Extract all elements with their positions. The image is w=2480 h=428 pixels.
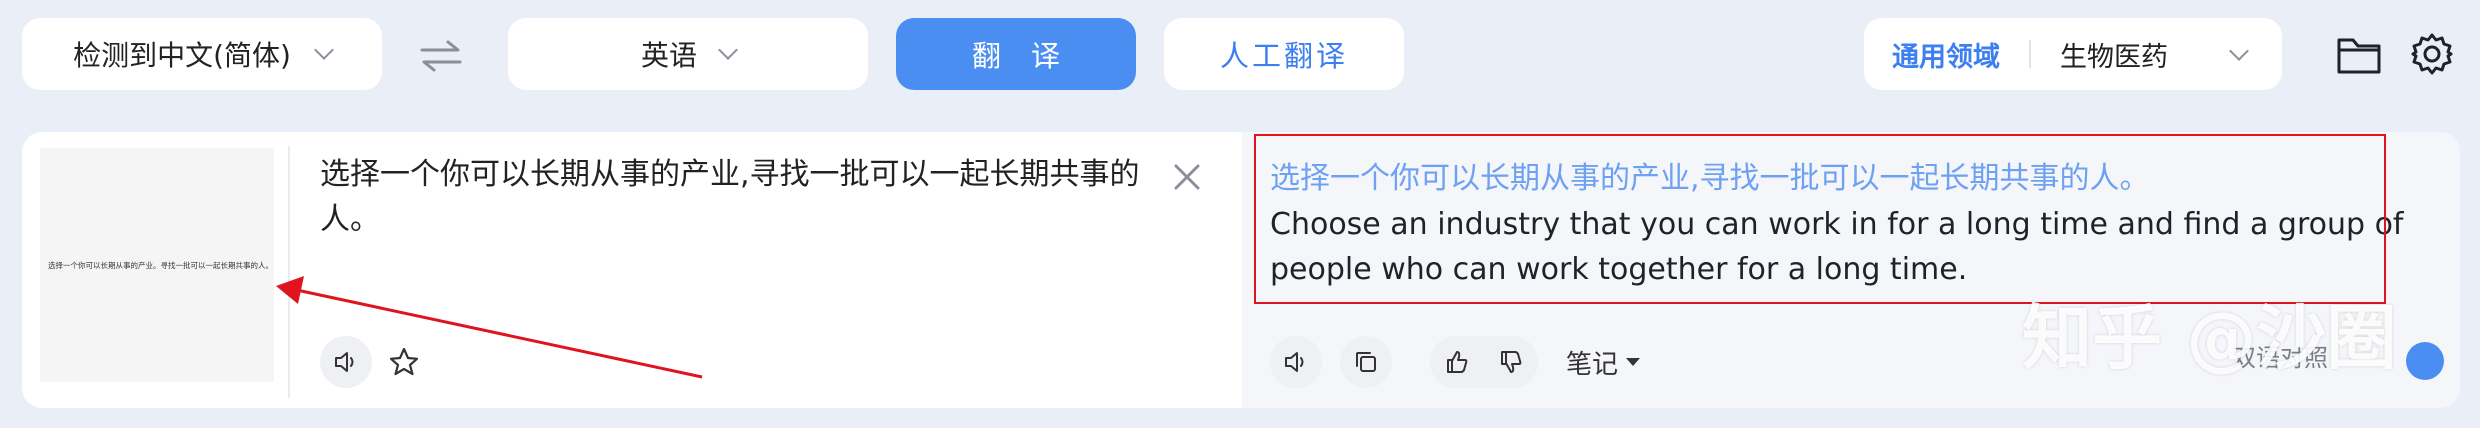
target-language-label: 英语	[640, 39, 697, 72]
source-panel: 选择一个你可以长期从事的产业。寻找一批可以一起长期共事的人。 选择一个你可以长期…	[22, 132, 1242, 408]
translate-button-label: 翻译	[971, 39, 1090, 73]
thumbnail-text: 选择一个你可以长期从事的产业。寻找一批可以一起长期共事的人。	[48, 261, 273, 270]
target-language-select[interactable]: 英语	[508, 18, 868, 90]
gear-icon[interactable]	[2410, 32, 2454, 76]
star-icon[interactable]	[388, 346, 420, 378]
thumbs-up-icon[interactable]	[1444, 349, 1470, 375]
speaker-icon	[335, 352, 354, 372]
human-translate-button[interactable]: 人工翻译	[1164, 18, 1404, 90]
chevron-down-icon	[718, 40, 738, 60]
swap-languages-icon[interactable]	[418, 36, 464, 76]
speaker-icon	[1285, 352, 1304, 372]
notes-dropdown[interactable]: 笔记	[1566, 342, 1641, 382]
domain-general-option[interactable]: 通用领域	[1892, 35, 2000, 74]
result-speaker-button[interactable]	[1270, 336, 1322, 388]
source-text-input[interactable]: 选择一个你可以长期从事的产业,寻找一批可以一起长期共事的人。	[320, 152, 1160, 242]
bilingual-toggle[interactable]	[2406, 342, 2444, 380]
source-language-label: 检测到中文(简体)	[73, 39, 291, 72]
feedback-buttons	[1430, 336, 1538, 388]
chevron-down-icon	[2229, 41, 2249, 61]
caret-down-icon	[1626, 358, 1641, 366]
highlight-box	[1254, 134, 2386, 304]
source-speaker-button[interactable]	[320, 336, 372, 388]
notes-label: 笔记	[1566, 349, 1619, 380]
human-translate-label: 人工翻译	[1219, 39, 1348, 73]
translate-button[interactable]: 翻译	[896, 18, 1136, 90]
domain-divider	[2029, 40, 2031, 68]
source-language-select[interactable]: 检测到中文(简体)	[22, 18, 382, 90]
copy-icon	[1356, 352, 1376, 372]
domain-selected-option: 生物医药	[2060, 41, 2168, 73]
domain-select[interactable]: 通用领域 生物医药	[1864, 18, 2282, 90]
close-icon[interactable]	[1172, 162, 1202, 192]
copy-button[interactable]	[1340, 336, 1392, 388]
source-image-thumbnail[interactable]: 选择一个你可以长期从事的产业。寻找一批可以一起长期共事的人。	[40, 148, 274, 382]
chevron-down-icon	[314, 40, 334, 60]
thumbs-down-icon[interactable]	[1498, 349, 1524, 375]
watermark: 知乎 @沙圈	[2022, 297, 2397, 379]
panel-divider	[288, 146, 290, 398]
folder-icon[interactable]	[2336, 32, 2382, 76]
